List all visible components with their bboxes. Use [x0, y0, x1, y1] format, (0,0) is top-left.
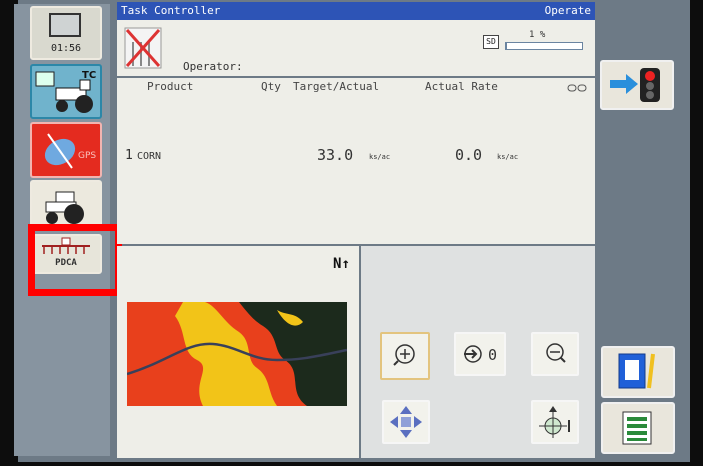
- gps-button[interactable]: GPS: [30, 122, 102, 178]
- row-actual: 0.0: [455, 146, 483, 164]
- row-index: 1: [125, 148, 133, 163]
- operator-panel: Operator: SD 1 %: [117, 20, 595, 76]
- operate-status-button[interactable]: [600, 60, 674, 110]
- coverage-map: [127, 302, 347, 406]
- sd-card-icon: SD: [483, 35, 499, 49]
- col-qty: Qty: [261, 80, 281, 93]
- clock-time: 01:56: [50, 43, 82, 54]
- mode-text: Operate: [544, 4, 591, 17]
- col-target-actual: Target/Actual: [293, 80, 380, 93]
- tc-label: TC: [82, 70, 96, 81]
- notebook-pencil-icon: [618, 353, 655, 389]
- sd-usage-bar: [505, 42, 583, 50]
- zoom-in-icon: [393, 344, 415, 366]
- row-target-unit: ks/ac: [369, 153, 391, 161]
- zoom-reset-icon: 0: [464, 345, 497, 364]
- highlight-frame: [28, 224, 122, 296]
- product-table: Product Qty Target/Actual Actual Rate 1 …: [117, 78, 595, 244]
- display-clock-button[interactable]: 01:56: [30, 6, 102, 60]
- title-text: Task Controller: [121, 4, 221, 17]
- task-controller-button[interactable]: TC: [30, 64, 102, 119]
- summary-screen-icon: [622, 411, 652, 445]
- title-bar: Task Controller Operate: [117, 2, 595, 20]
- center-target-icon: [539, 406, 570, 438]
- gps-label: GPS: [78, 151, 96, 161]
- row-actual-unit: ks/ac: [497, 153, 519, 161]
- summary-button[interactable]: [601, 402, 675, 454]
- tractor-tc-icon: TC: [35, 70, 96, 113]
- center-map-button[interactable]: [531, 400, 579, 444]
- zoom-reset-button[interactable]: 0: [454, 332, 506, 376]
- coverage-map-panel[interactable]: N↑: [117, 246, 359, 458]
- sd-usage-text: 1 %: [529, 30, 546, 40]
- exit-traffic-light-icon: [610, 68, 660, 102]
- north-arrow-icon: N↑: [333, 256, 350, 272]
- pan-arrows-icon: [390, 406, 422, 438]
- zoom-out-icon: [546, 343, 566, 363]
- vehicle-button[interactable]: [30, 180, 102, 230]
- row-product: CORN: [137, 151, 162, 162]
- row-target: 33.0: [317, 146, 354, 164]
- zoom-in-button[interactable]: [380, 332, 430, 380]
- tractor-icon: [45, 191, 84, 224]
- sd-usage-fill: [506, 43, 507, 49]
- col-product: Product: [147, 80, 194, 93]
- operator-label: Operator:: [183, 60, 243, 73]
- zoom-zero-label: 0: [488, 346, 497, 364]
- link-icon: [567, 84, 587, 92]
- zoom-out-button[interactable]: [531, 332, 579, 376]
- notes-button[interactable]: [601, 346, 675, 398]
- monitor-icon: [49, 13, 81, 37]
- north-label: N: [333, 256, 342, 272]
- pan-button[interactable]: [382, 400, 430, 444]
- col-actual-rate: Actual Rate: [425, 80, 498, 93]
- satellite-dish-icon: GPS: [44, 133, 96, 169]
- disabled-operator-icon: [124, 27, 162, 69]
